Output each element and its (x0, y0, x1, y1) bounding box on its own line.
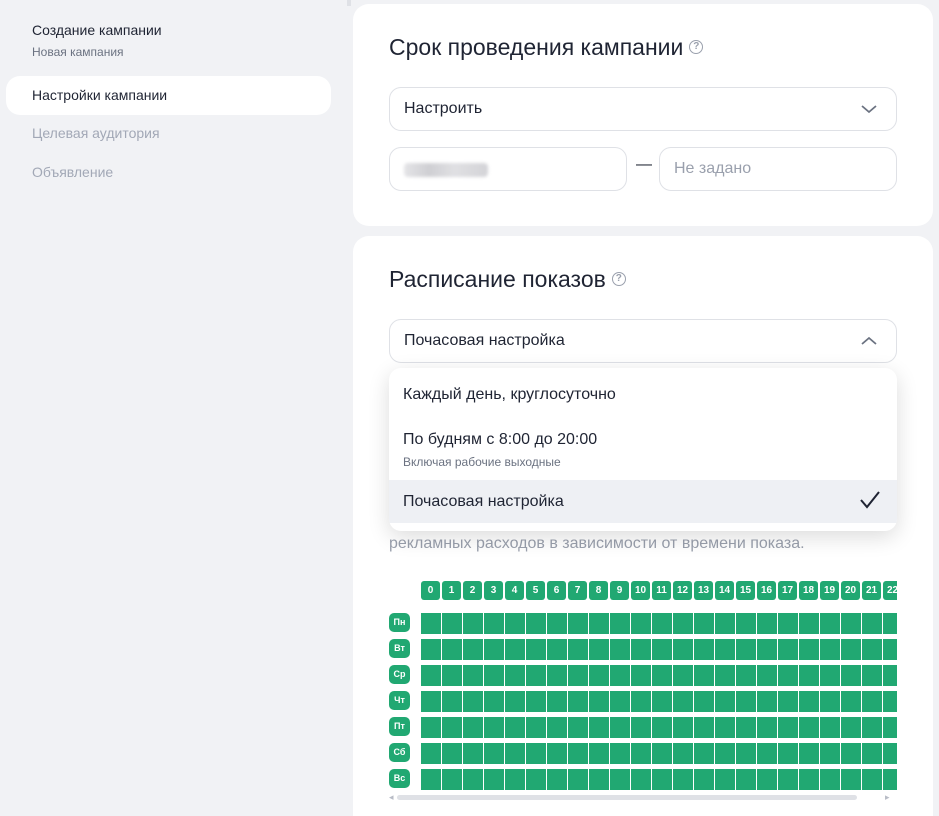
dropdown-option-weekdays[interactable]: По будням с 8:00 до 20:00 Включая рабочи… (389, 431, 897, 479)
hour-toggle[interactable]: 1 (442, 581, 461, 600)
schedule-title-text: Расписание показов (389, 266, 606, 292)
day-row: Пн (389, 613, 897, 634)
hour-cells[interactable] (421, 743, 897, 764)
sidebar-subtitle: Новая кампания (32, 45, 124, 59)
hours-header: 0 1 2 3 4 5 6 7 8 9 10 11 12 13 14 15 16 17 18 19 20 21 22 (421, 581, 897, 600)
chevron-down-icon (861, 105, 877, 114)
period-select-value: Настроить (404, 100, 483, 117)
grid-horizontal-scrollbar[interactable] (397, 795, 857, 800)
dropdown-option-label: Почасовая настройка (403, 493, 564, 510)
hour-cells[interactable] (421, 613, 897, 634)
date-range-dash: — (636, 156, 652, 173)
day-toggle[interactable]: Сб (389, 743, 410, 762)
sidebar-item-target-audience[interactable]: Целевая аудитория (6, 114, 331, 153)
dropdown-option-every-day[interactable]: Каждый день, круглосуточно (389, 386, 897, 412)
day-toggle[interactable]: Вт (389, 639, 410, 658)
dropdown-option-label: По будням с 8:00 до 20:00 (403, 431, 598, 448)
hour-cells[interactable] (421, 639, 897, 660)
day-row: Вс (389, 769, 897, 790)
dropdown-option-label: Каждый день, круглосуточно (403, 386, 616, 403)
hour-toggle[interactable]: 7 (568, 581, 587, 600)
period-select[interactable]: Настроить (389, 87, 897, 131)
day-toggle[interactable]: Чт (389, 691, 410, 710)
date-from-field[interactable] (389, 147, 627, 191)
hour-toggle[interactable]: 16 (757, 581, 776, 600)
scroll-right-arrow[interactable]: ▸ (885, 792, 890, 803)
hour-toggle[interactable]: 18 (799, 581, 818, 600)
hour-toggle[interactable]: 5 (526, 581, 545, 600)
schedule-select-value: Почасовая настройка (404, 332, 565, 349)
schedule-dropdown-menu: Каждый день, круглосуточно По будням с 8… (389, 368, 897, 531)
day-toggle[interactable]: Вс (389, 769, 410, 788)
blurred-date-value (404, 163, 488, 177)
campaign-period-title: Срок проведения кампании? (389, 34, 704, 61)
day-row: Сб (389, 743, 897, 764)
day-row: Чт (389, 691, 897, 712)
hour-toggle[interactable]: 21 (862, 581, 881, 600)
sidebar-item-campaign-settings[interactable]: Настройки кампании (6, 76, 331, 115)
hour-toggle[interactable]: 20 (841, 581, 860, 600)
hour-cells[interactable] (421, 769, 897, 790)
hour-toggle[interactable]: 11 (652, 581, 671, 600)
help-icon[interactable]: ? (611, 271, 626, 286)
hour-toggle[interactable]: 2 (463, 581, 482, 600)
hour-toggle[interactable]: 8 (589, 581, 608, 600)
hour-schedule-grid: 0 1 2 3 4 5 6 7 8 9 10 11 12 13 14 15 16 17 18 19 20 21 22 Пн В… (389, 581, 897, 803)
schedule-select[interactable]: Почасовая настройка (389, 319, 897, 363)
dropdown-option-sublabel: Включая рабочие выходные (403, 455, 561, 469)
day-toggle[interactable]: Пн (389, 613, 410, 632)
hour-cells[interactable] (421, 665, 897, 686)
hour-toggle[interactable]: 14 (715, 581, 734, 600)
schedule-title: Расписание показов? (389, 266, 626, 293)
hour-toggle[interactable]: 10 (631, 581, 650, 600)
schedule-description: рекламных расходов в зависимости от врем… (389, 535, 805, 552)
day-toggle[interactable]: Пт (389, 717, 410, 736)
dropdown-option-hourly[interactable]: Почасовая настройка (389, 480, 897, 523)
campaign-period-card: Срок проведения кампании? Настроить — Не… (353, 4, 933, 226)
day-toggle[interactable]: Ср (389, 665, 410, 684)
hour-toggle[interactable]: 22 (883, 581, 897, 600)
hour-cells[interactable] (421, 691, 897, 712)
hour-toggle[interactable]: 4 (505, 581, 524, 600)
hour-toggle[interactable]: 6 (547, 581, 566, 600)
hour-toggle[interactable]: 9 (610, 581, 629, 600)
day-row: Вт (389, 639, 897, 660)
sidebar: Создание кампании Новая кампания Настрой… (0, 0, 340, 816)
day-row: Ср (389, 665, 897, 686)
date-to-field[interactable]: Не задано (659, 147, 897, 191)
hour-toggle[interactable]: 17 (778, 581, 797, 600)
scroll-edge (347, 0, 351, 6)
help-icon[interactable]: ? (689, 39, 704, 54)
sidebar-item-ad[interactable]: Объявление (6, 153, 331, 192)
hour-cells[interactable] (421, 717, 897, 738)
hour-toggle[interactable]: 3 (484, 581, 503, 600)
scroll-left-arrow[interactable]: ◂ (389, 792, 394, 803)
hour-toggle[interactable]: 15 (736, 581, 755, 600)
day-row: Пт (389, 717, 897, 738)
chevron-up-icon (861, 336, 877, 345)
sidebar-title: Создание кампании (32, 22, 162, 38)
hour-toggle[interactable]: 12 (673, 581, 692, 600)
hour-toggle[interactable]: 19 (820, 581, 839, 600)
campaign-period-title-text: Срок проведения кампании (389, 34, 684, 60)
hour-toggle[interactable]: 13 (694, 581, 713, 600)
hour-toggle[interactable]: 0 (421, 581, 440, 600)
checkmark-icon (860, 491, 880, 509)
